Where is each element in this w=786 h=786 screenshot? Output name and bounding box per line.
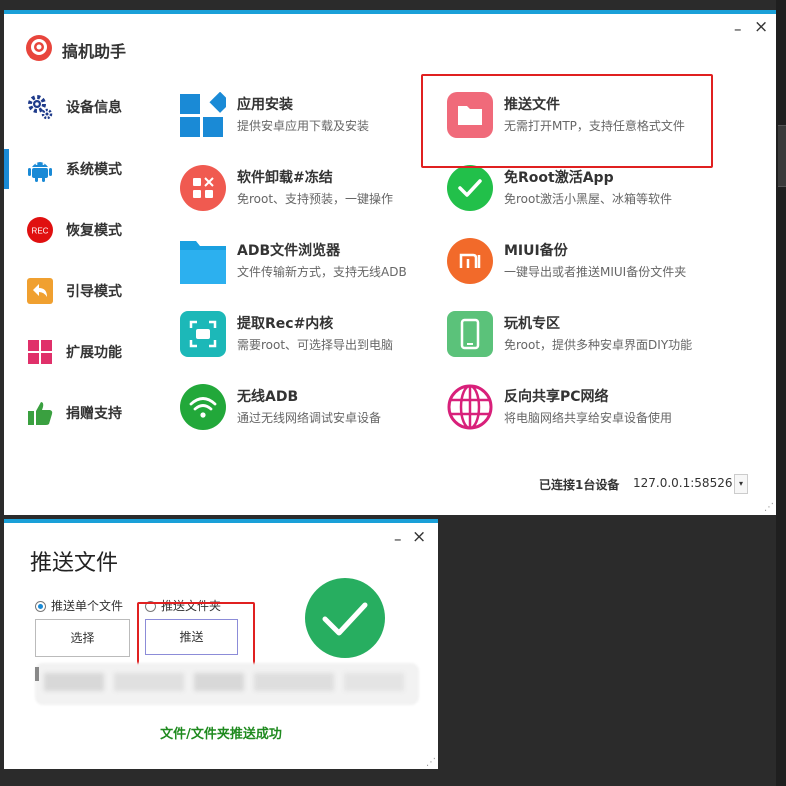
- globe-icon: [447, 384, 493, 430]
- feature-title: MIUI备份: [504, 243, 568, 259]
- radio-label: 推送单个文件: [51, 599, 124, 613]
- wifi-icon: [180, 384, 226, 430]
- sidebar-item-label: 扩展功能: [66, 345, 122, 361]
- file-path-caret: [35, 667, 39, 681]
- blurred-path: [44, 673, 104, 691]
- rec-badge-text: REC: [32, 227, 49, 236]
- highlight-box-push-file: [421, 74, 713, 168]
- sidebar-item-label: 系统模式: [66, 162, 122, 178]
- highlight-box-push-button: [137, 602, 255, 672]
- device-dropdown-button[interactable]: ▾: [734, 474, 748, 494]
- feature-reverse-tether[interactable]: 反向共享PC网络 将电脑网络共享给安卓设备使用: [447, 384, 707, 434]
- blurred-path: [344, 673, 404, 691]
- feature-desc: 提供安卓应用下载及安装: [237, 119, 370, 133]
- file-browser-icon: [180, 241, 226, 284]
- sidebar-item-donate[interactable]: 捐赠支持: [4, 393, 154, 433]
- main-window: – × 搞机助手 设备信息 系统模式 REC 恢复模式 引导模式 扩展功能 捐赠…: [4, 10, 776, 515]
- push-file-dialog: – × 推送文件 推送单个文件 推送文件夹 选择 推送 文件/文件夹推送成功 ⋰: [4, 519, 438, 769]
- resize-grip-icon[interactable]: ⋰: [764, 502, 774, 513]
- dialog-close-button[interactable]: ×: [412, 529, 426, 546]
- feature-title: 免Root激活App: [504, 170, 614, 186]
- feature-desc: 文件传输新方式，支持无线ADB: [237, 265, 407, 279]
- sidebar-item-label: 恢复模式: [66, 223, 122, 239]
- sidebar-item-system-mode[interactable]: 系统模式: [4, 149, 154, 189]
- sidebar-item-extensions[interactable]: 扩展功能: [4, 332, 154, 372]
- back-arrow-icon: [27, 278, 53, 304]
- app-logo-icon: [26, 35, 52, 61]
- success-check-icon: [305, 578, 385, 658]
- gear-icon: [28, 95, 53, 120]
- blurred-path: [194, 673, 244, 691]
- feature-play-zone[interactable]: 玩机专区 免root，提供多种安卓界面DIY功能: [447, 311, 707, 361]
- feature-title: 玩机专区: [504, 316, 560, 332]
- feature-activate-app[interactable]: 免Root激活App 免root激活小黑屋、冰箱等软件: [447, 165, 707, 215]
- feature-desc: 免root激活小黑屋、冰箱等软件: [504, 192, 673, 206]
- feature-app-install[interactable]: 应用安装 提供安卓应用下载及安装: [180, 92, 440, 142]
- feature-title: 软件卸载#冻结: [237, 170, 333, 186]
- feature-uninstall-freeze[interactable]: 软件卸载#冻结 免root、支持预装，一键操作: [180, 165, 440, 215]
- feature-desc: 免root、支持预装，一键操作: [237, 192, 394, 206]
- feature-adb-file-browser[interactable]: ADB文件浏览器 文件传输新方式，支持无线ADB: [180, 238, 440, 288]
- feature-desc: 免root，提供多种安卓界面DIY功能: [504, 338, 693, 352]
- phone-icon: [447, 311, 493, 357]
- blurred-path: [114, 673, 184, 691]
- connection-status: 已连接1台设备: [539, 478, 620, 492]
- success-message: 文件/文件夹推送成功: [160, 727, 282, 742]
- sidebar-item-label: 捐赠支持: [66, 406, 122, 422]
- mi-icon: [447, 238, 493, 284]
- uninstall-icon: [180, 165, 226, 211]
- feature-desc: 将电脑网络共享给安卓设备使用: [504, 411, 673, 425]
- feature-miui-backup[interactable]: MIUI备份 一键导出或者推送MIUI备份文件夹: [447, 238, 707, 288]
- feature-extract-rec[interactable]: 提取Rec#内核 需要root、可选择导出到电脑: [180, 311, 440, 361]
- sidebar-item-recovery-mode[interactable]: REC 恢复模式: [4, 210, 154, 250]
- sidebar-item-label: 引导模式: [66, 284, 122, 300]
- close-button[interactable]: ×: [754, 19, 768, 36]
- app-title: 搞机助手: [62, 42, 127, 61]
- sidebar-item-label: 设备信息: [66, 100, 122, 116]
- feature-wireless-adb[interactable]: 无线ADB 通过无线网络调试安卓设备: [180, 384, 440, 434]
- dialog-title: 推送文件: [30, 551, 119, 576]
- dialog-resize-grip-icon[interactable]: ⋰: [426, 757, 436, 768]
- android-icon: [28, 162, 52, 182]
- radio-push-single-file[interactable]: 推送单个文件: [35, 597, 123, 613]
- extract-icon: [180, 311, 226, 357]
- feature-title: 无线ADB: [237, 389, 299, 405]
- sidebar-item-device-info[interactable]: 设备信息: [4, 87, 154, 127]
- blurred-path: [254, 673, 334, 691]
- app-install-icon: [180, 92, 226, 137]
- feature-title: 提取Rec#内核: [237, 316, 334, 332]
- feature-desc: 需要root、可选择导出到电脑: [237, 338, 394, 352]
- device-ip: 127.0.0.1:58526: [633, 476, 733, 490]
- background-strip: [778, 125, 786, 187]
- sidebar-item-boot-mode[interactable]: 引导模式: [4, 271, 154, 311]
- minimize-button[interactable]: –: [734, 22, 742, 37]
- dialog-minimize-button[interactable]: –: [394, 532, 402, 547]
- feature-title: ADB文件浏览器: [237, 243, 341, 259]
- radio-selected-icon: [35, 601, 46, 612]
- check-icon: [447, 165, 493, 211]
- thumbs-up-icon: [28, 402, 53, 425]
- grid-icon: [28, 340, 52, 364]
- feature-desc: 通过无线网络调试安卓设备: [237, 411, 382, 425]
- feature-title: 应用安装: [237, 97, 293, 113]
- rec-icon: REC: [27, 217, 53, 243]
- background-right: [776, 0, 786, 786]
- feature-desc: 一键导出或者推送MIUI备份文件夹: [504, 265, 687, 279]
- select-button[interactable]: 选择: [35, 619, 130, 657]
- feature-title: 反向共享PC网络: [504, 389, 609, 405]
